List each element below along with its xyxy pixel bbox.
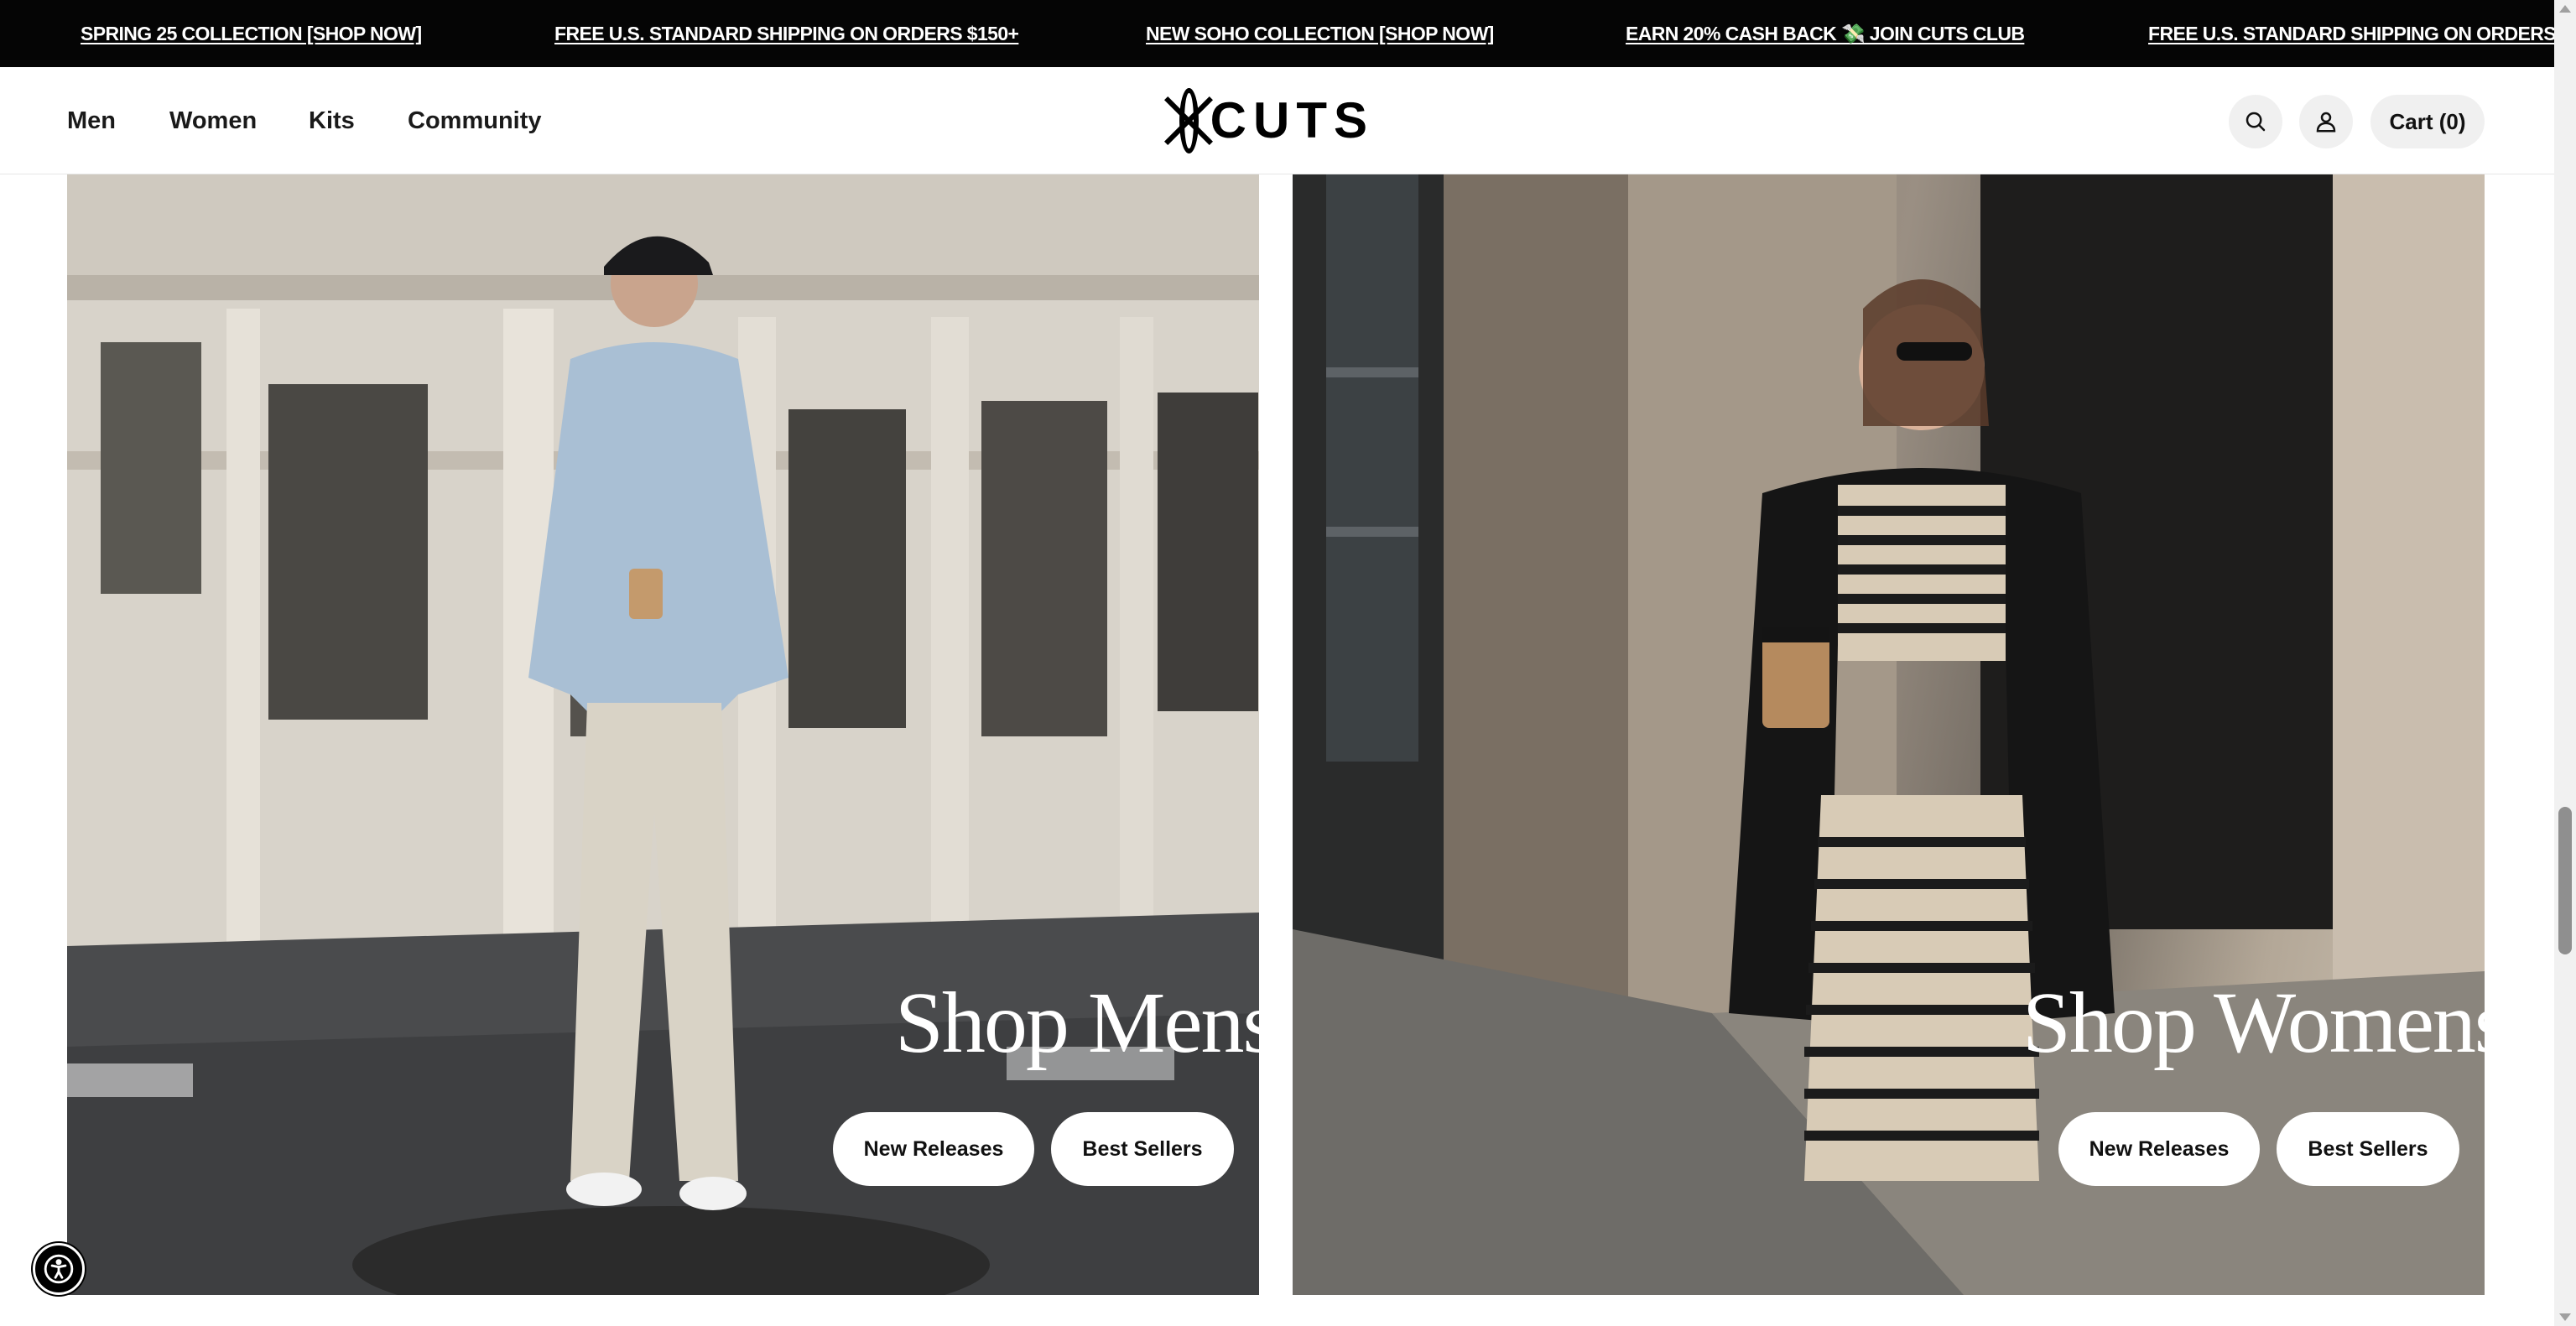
scrollbar-thumb[interactable] [2558,807,2572,954]
user-icon [2316,112,2336,133]
womens-new-releases-button[interactable]: New Releases [2058,1112,2260,1186]
shop-womens-panel[interactable]: Shop Womens New Releases Best Sellers [1293,174,2485,1295]
mens-new-releases-button[interactable]: New Releases [833,1112,1034,1186]
logo-text: CUTS [1210,92,1374,148]
scroll-up-arrow-icon[interactable] [2559,5,2571,13]
accessibility-icon [44,1254,74,1284]
shop-womens-title[interactable]: Shop Womens [2022,980,2485,1067]
page-scrollbar[interactable] [2554,0,2576,1326]
nav-link-women[interactable]: Women [169,67,257,174]
nav-link-kits[interactable]: Kits [309,67,355,174]
search-icon [2246,112,2266,132]
womens-best-sellers-button[interactable]: Best Sellers [2277,1112,2459,1186]
account-button[interactable] [2299,95,2353,148]
announcement-item[interactable]: FREE U.S. STANDARD SHIPPING ON ORDERS $1… [554,0,1019,67]
site-logo[interactable]: CUTS [1179,87,1374,154]
scroll-down-arrow-icon[interactable] [2559,1313,2571,1321]
cart-button[interactable]: Cart (0) [2370,95,2485,148]
accessibility-button[interactable] [33,1243,85,1295]
nav-link-community[interactable]: Community [408,67,542,174]
site-header: Men Women Kits Community CUTS Cart (0) [0,67,2554,174]
announcement-item[interactable]: FREE U.S. STANDARD SHIPPING ON ORDERS $1… [2148,0,2554,67]
nav-link-men[interactable]: Men [67,67,116,174]
shop-mens-panel[interactable]: Shop Mens New Releases Best Sellers [67,174,1259,1295]
announcement-bar: SPRING 25 COLLECTION [SHOP NOW] FREE U.S… [0,0,2554,67]
announcement-item[interactable]: NEW SOHO COLLECTION [SHOP NOW] [1146,0,1494,67]
search-button[interactable] [2229,95,2282,148]
mens-best-sellers-button[interactable]: Best Sellers [1051,1112,1234,1186]
logo-mark-icon [1179,88,1199,153]
announcement-item[interactable]: SPRING 25 COLLECTION [SHOP NOW] [81,0,422,67]
announcement-item[interactable]: EARN 20% CASH BACK 💸 JOIN CUTS CLUB [1626,0,2025,67]
shop-mens-title[interactable]: Shop Mens [895,980,1259,1067]
